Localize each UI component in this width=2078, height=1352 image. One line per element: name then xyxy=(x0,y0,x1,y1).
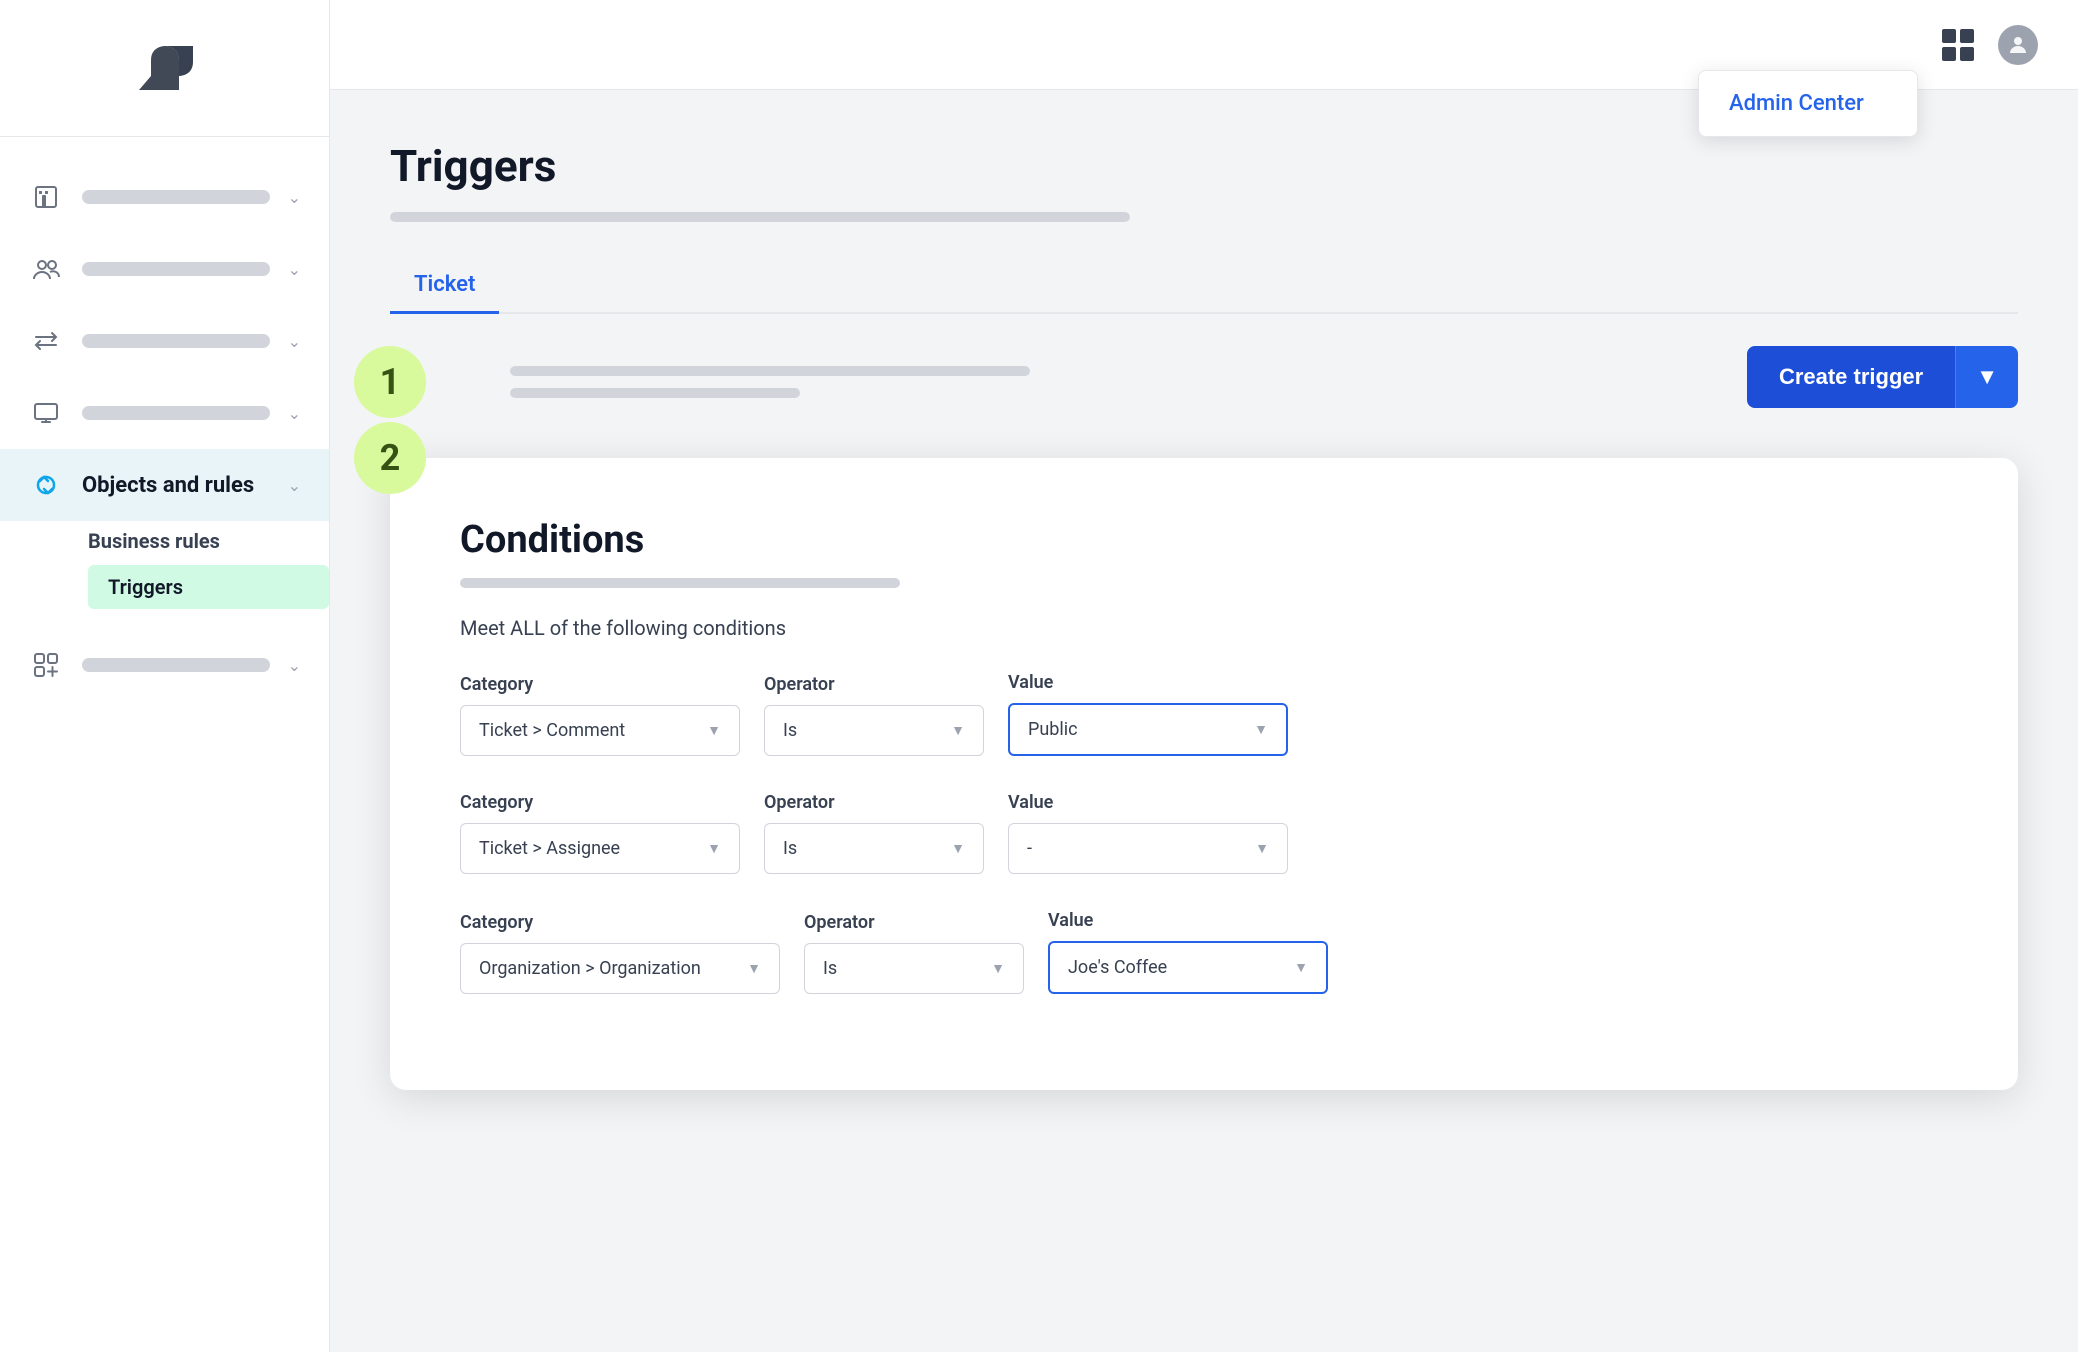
category-select-1[interactable]: Ticket > Comment ▼ xyxy=(460,705,740,756)
conditions-title: Conditions xyxy=(460,518,1948,562)
value-label-1: Value xyxy=(1008,672,1288,693)
chevron-down-icon: ▼ xyxy=(991,960,1005,977)
sidebar-item-triggers[interactable]: Triggers xyxy=(88,565,329,609)
chevron-down-icon: ▼ xyxy=(951,722,965,739)
condition-2-category-field: Category Ticket > Assignee ▼ xyxy=(460,792,740,874)
value-select-3[interactable]: Joe's Coffee ▼ xyxy=(1048,941,1328,994)
condition-1-operator-field: Operator Is ▼ xyxy=(764,674,984,756)
conditions-card: Conditions Meet ALL of the following con… xyxy=(390,458,2018,1090)
trigger-list-bar-1 xyxy=(510,366,1030,376)
chevron-down-icon: ▼ xyxy=(1255,840,1269,857)
conditions-subbar xyxy=(460,578,900,588)
operator-label-2: Operator xyxy=(764,792,984,813)
condition-2-value-field: Value - ▼ xyxy=(1008,792,1288,874)
operator-label-3: Operator xyxy=(804,912,1024,933)
grid-cell xyxy=(1942,47,1956,61)
chevron-down-icon: ▼ xyxy=(951,840,965,857)
sidebar: ⌄ ⌄ ⌄ xyxy=(0,0,330,1352)
chevron-down-icon: ⌄ xyxy=(288,404,301,423)
step-2-badge: 2 xyxy=(354,422,426,494)
condition-row-2: Category Ticket > Assignee ▼ Operator Is… xyxy=(460,792,1948,874)
operator-select-2[interactable]: Is ▼ xyxy=(764,823,984,874)
apps-icon xyxy=(28,647,64,683)
create-trigger-area: Create trigger ▼ xyxy=(1747,346,2018,408)
apps-grid-button[interactable] xyxy=(1942,29,1974,61)
condition-3-category-field: Category Organization > Organization ▼ xyxy=(460,912,780,994)
category-label-2: Category xyxy=(460,792,740,813)
category-label-1: Category xyxy=(460,674,740,695)
chevron-down-icon: ⌄ xyxy=(288,476,301,495)
operator-select-3[interactable]: Is ▼ xyxy=(804,943,1024,994)
sidebar-item-label: Objects and rules xyxy=(82,473,254,498)
value-select-2[interactable]: - ▼ xyxy=(1008,823,1288,874)
sidebar-item-objects-and-rules[interactable]: Objects and rules ⌄ xyxy=(0,449,329,521)
condition-1-value-field: Value Public ▼ xyxy=(1008,672,1288,756)
create-trigger-button[interactable]: Create trigger xyxy=(1747,346,1955,408)
chevron-down-icon: ⌄ xyxy=(288,260,301,279)
main-wrapper: Admin Center Triggers Ticket 1 Create tr… xyxy=(330,0,2078,1352)
nav-label-bar xyxy=(82,334,270,348)
grid-cell xyxy=(1942,29,1956,43)
chevron-down-icon: ▼ xyxy=(707,840,721,857)
chevron-down-icon: ▼ xyxy=(1294,959,1308,976)
admin-center-item[interactable]: Admin Center xyxy=(1699,71,1917,136)
objects-rules-icon xyxy=(28,467,64,503)
sidebar-logo xyxy=(0,0,329,137)
condition-1-category-field: Category Ticket > Comment ▼ xyxy=(460,674,740,756)
meet-all-label: Meet ALL of the following conditions xyxy=(460,616,1948,640)
nav-label-bar xyxy=(82,190,270,204)
sub-navigation: Business rules Triggers xyxy=(0,521,329,621)
chevron-down-icon: ⌄ xyxy=(288,188,301,207)
sub-nav-section-label: Business rules xyxy=(88,521,329,565)
trigger-controls-row: 1 Create trigger ▼ xyxy=(390,346,2018,418)
operator-select-1[interactable]: Is ▼ xyxy=(764,705,984,756)
people-icon xyxy=(28,251,64,287)
admin-center-dropdown: Admin Center xyxy=(1698,70,1918,137)
category-label-3: Category xyxy=(460,912,780,933)
zendesk-logo-icon xyxy=(129,32,201,104)
chevron-down-icon: ▼ xyxy=(1254,721,1268,738)
value-select-1[interactable]: Public ▼ xyxy=(1008,703,1288,756)
monitor-icon xyxy=(28,395,64,431)
condition-3-value-field: Value Joe's Coffee ▼ xyxy=(1048,910,1328,994)
value-label-3: Value xyxy=(1048,910,1328,931)
sidebar-item-channels[interactable]: ⌄ xyxy=(0,305,329,377)
condition-3-operator-field: Operator Is ▼ xyxy=(804,912,1024,994)
conditions-section: 2 Conditions Meet ALL of the following c… xyxy=(390,458,2018,1090)
sidebar-item-apps[interactable]: ⌄ xyxy=(0,629,329,701)
category-select-3[interactable]: Organization > Organization ▼ xyxy=(460,943,780,994)
sidebar-item-workspace[interactable]: ⌄ xyxy=(0,161,329,233)
building-icon xyxy=(28,179,64,215)
tabs-bar: Ticket xyxy=(390,258,2018,314)
trigger-list-bar-2 xyxy=(510,388,800,398)
operator-label-1: Operator xyxy=(764,674,984,695)
grid-cell xyxy=(1960,47,1974,61)
sidebar-item-monitor[interactable]: ⌄ xyxy=(0,377,329,449)
sidebar-item-people[interactable]: ⌄ xyxy=(0,233,329,305)
chevron-down-icon: ▼ xyxy=(747,960,761,977)
grid-cell xyxy=(1960,29,1974,43)
chevron-down-icon: ▼ xyxy=(707,722,721,739)
condition-row-3: Category Organization > Organization ▼ O… xyxy=(460,910,1948,994)
chevron-down-icon: ⌄ xyxy=(288,332,301,351)
category-select-2[interactable]: Ticket > Assignee ▼ xyxy=(460,823,740,874)
chevron-down-icon: ⌄ xyxy=(288,656,301,675)
step-1-badge: 1 xyxy=(354,346,426,418)
nav-label-bar xyxy=(82,406,270,420)
title-loading-bar xyxy=(390,212,1130,222)
topbar-icons xyxy=(1942,25,2038,65)
value-label-2: Value xyxy=(1008,792,1288,813)
condition-row-1: Category Ticket > Comment ▼ Operator Is … xyxy=(460,672,1948,756)
tab-ticket[interactable]: Ticket xyxy=(390,258,499,314)
condition-2-operator-field: Operator Is ▼ xyxy=(764,792,984,874)
channels-icon xyxy=(28,323,64,359)
sidebar-navigation: ⌄ ⌄ ⌄ xyxy=(0,137,329,1352)
create-trigger-dropdown-button[interactable]: ▼ xyxy=(1955,346,2018,408)
nav-label-bar xyxy=(82,262,270,276)
content-area: Triggers Ticket 1 Create trigger ▼ xyxy=(330,90,2078,1352)
nav-label-bar xyxy=(82,658,270,672)
user-profile-button[interactable] xyxy=(1998,25,2038,65)
page-title: Triggers xyxy=(390,140,2018,192)
